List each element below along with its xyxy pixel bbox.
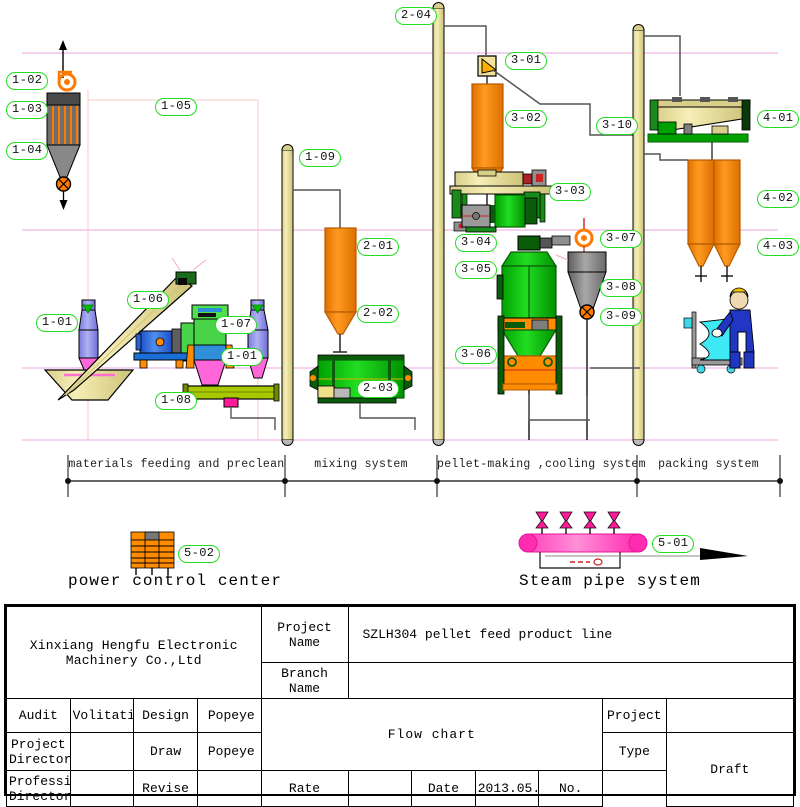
feeding-hopper-right	[247, 100, 269, 379]
project-value[interactable]	[665, 698, 795, 733]
equipment-tag-return-duct[interactable]: 3-10	[596, 117, 639, 135]
bagging-operator-scene	[683, 287, 755, 374]
equipment-tag-feeding-hopper[interactable]: 1-01	[36, 314, 79, 332]
draw-label: Draw	[133, 732, 198, 771]
rate-label: Rate	[260, 770, 349, 807]
power-control-center-icon	[130, 531, 175, 575]
type-value[interactable]: Draft	[665, 732, 795, 807]
revise-label: Revise	[133, 770, 198, 807]
section-label-2: pellet-making ,cooling system	[437, 458, 646, 471]
equipment-tag-crumbler[interactable]: 3-06	[455, 346, 498, 364]
equipment-tag-counterflow-cooler[interactable]: 3-05	[455, 261, 498, 279]
equipment-tag-mixer-discharge[interactable]: 2-03	[357, 380, 400, 398]
audit-value[interactable]: Volitation	[69, 698, 135, 733]
equipment-tag-dust-fan[interactable]: 1-02	[6, 72, 49, 90]
profession-director-label: Profession Director	[6, 770, 71, 807]
finished-product-bins-4-02	[644, 153, 741, 282]
dust-collector-assembly	[46, 40, 81, 210]
no-label: No.	[538, 770, 603, 807]
date-value[interactable]: 2013.05.15	[474, 770, 540, 807]
audit-label: Audit	[6, 698, 71, 733]
caption-0: power control center	[68, 572, 283, 590]
equipment-tag-screw-feeder[interactable]: 3-03	[549, 183, 592, 201]
equipment-tag-steam-pipe-system[interactable]: 5-01	[652, 535, 695, 553]
equipment-tag-cyclone-airlock[interactable]: 3-09	[600, 308, 643, 326]
equipment-tag-pellet-feed-bin[interactable]: 3-02	[505, 110, 548, 128]
section-label-1: mixing system	[314, 458, 408, 471]
project-director-label: Project Director	[6, 732, 71, 771]
process-diagram: 1-02 1-03 1-04 1-05 1-01 1-06 1-07 1-01 1-08 1-09…	[0, 0, 800, 600]
equipment-tag-cooling-fan[interactable]: 3-07	[600, 230, 643, 248]
equipment-tag-conditioner[interactable]: 3-04	[455, 234, 498, 252]
company-name: Xinxiang Hengfu Electronic Machinery Co.…	[6, 606, 262, 699]
revise-value[interactable]	[196, 770, 262, 807]
project-name-value[interactable]: SZLH304 pellet feed product line	[347, 606, 794, 663]
rotary-grader-4-01	[644, 35, 751, 160]
equipment-tag-scraper-conveyor[interactable]: 1-08	[155, 392, 198, 410]
profession-director-value[interactable]	[69, 770, 135, 807]
section-label-0: materials feeding and preclean	[68, 458, 285, 471]
project-label: Project	[602, 698, 667, 733]
equipment-tag-rotary-airlock[interactable]: 1-04	[6, 142, 49, 160]
diagram-svg	[22, 2, 783, 575]
equipment-tag-rotary-grader[interactable]: 4-01	[757, 110, 800, 128]
project-director-value[interactable]	[69, 732, 135, 771]
title-block: Xinxiang Hengfu Electronic Machinery Co.…	[4, 604, 796, 807]
drawing-title: Flow chart	[260, 698, 603, 771]
steam-valves	[535, 511, 621, 534]
scraper-conveyor	[182, 383, 280, 430]
project-name-label: Project Name	[260, 606, 349, 663]
equipment-tag-bucket-elevator[interactable]: 1-09	[299, 149, 342, 167]
equipment-tag-air-duct[interactable]: 1-05	[155, 98, 198, 116]
equipment-tag-drum-precleaner[interactable]: 1-07	[215, 316, 258, 334]
branch-name-value[interactable]	[347, 662, 794, 699]
draw-value[interactable]: Popeye	[196, 732, 262, 771]
equipment-tag-screw-conveyor[interactable]: 1-06	[127, 291, 170, 309]
rate-value[interactable]	[347, 770, 413, 807]
equipment-tag-bagging-scale[interactable]: 4-03	[757, 238, 800, 256]
flow-chart-drawing: 1-02 1-03 1-04 1-05 1-01 1-06 1-07 1-01 1-08 1-09…	[0, 0, 800, 807]
type-label: Type	[602, 732, 667, 771]
date-label: Date	[411, 770, 476, 807]
cyclone-assembly	[555, 218, 607, 440]
equipment-tag-power-control-center[interactable]: 5-02	[178, 545, 221, 563]
equipment-tag-two-way-distributor[interactable]: 3-01	[505, 52, 548, 70]
caption-1: Steam pipe system	[519, 572, 701, 590]
equipment-tag-elevator-to-pellet[interactable]: 2-04	[395, 7, 438, 25]
mixing-surge-bin-2-01	[323, 227, 358, 353]
pellet-mill-3-04	[461, 194, 538, 233]
equipment-tag-paddle-mixer[interactable]: 2-02	[357, 305, 400, 323]
equipment-tag-cyclone-separator[interactable]: 3-08	[600, 279, 643, 297]
equipment-tag-pulse-dust-collector[interactable]: 1-03	[6, 101, 49, 119]
section-label-3: packing system	[658, 458, 759, 471]
equipment-tag-mixing-surge-bin[interactable]: 2-01	[357, 238, 400, 256]
equipment-tag-hopper-outlet[interactable]: 1-01	[221, 348, 264, 366]
steam-pipe-system-icon	[518, 511, 748, 569]
design-label: Design	[133, 698, 198, 733]
equipment-tag-finished-product-bins[interactable]: 4-02	[757, 190, 800, 208]
branch-name-label: Branch Name	[260, 662, 349, 699]
design-value[interactable]: Popeye	[196, 698, 262, 733]
